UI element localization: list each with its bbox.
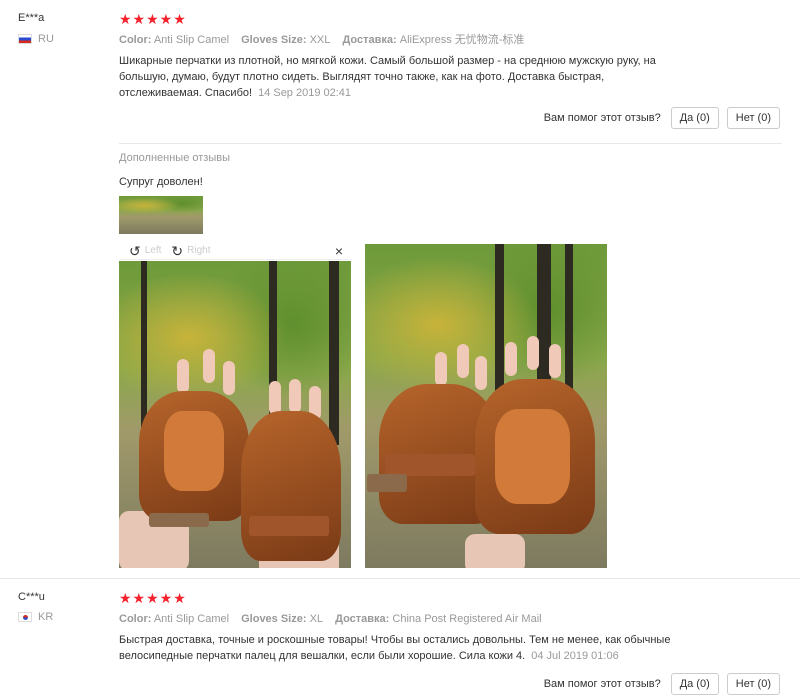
vote-no-button[interactable]: Нет (0) [726,673,780,695]
size-label: Gloves Size: [241,34,307,46]
review-author: E***a [18,12,45,24]
review-body: ★★★★★ Color: Anti Slip Camel Gloves Size… [119,590,784,664]
rotate-left-button[interactable]: ↺ Left [129,244,161,258]
color-value: Anti Slip Camel [153,613,230,625]
vote-yes-button[interactable]: Да (0) [670,673,719,695]
additional-review-text: Супруг доволен! [119,176,203,188]
review-country: KR [18,611,53,623]
divider [0,578,800,579]
thumbnail-image [119,196,203,234]
delivery-label: Доставка: [342,34,397,46]
divider [119,143,782,144]
color-label: Color: [119,613,152,625]
rotate-right-icon: ↻ [171,242,184,259]
photo-thumbnails [119,196,203,234]
delivery-value: China Post Registered Air Mail [392,613,542,625]
review-date: 04 Jul 2019 01:06 [531,650,619,662]
photo-thumbnail[interactable] [119,196,203,234]
flag-ru-icon [18,34,32,44]
helpful-question: Вам помог этот отзыв? [543,678,661,690]
rotate-left-label: Left [144,245,162,256]
photo-viewer-toolbar: ↺ Left ↻ Right × [119,242,351,260]
review-author: C***u [18,591,45,603]
review-attributes: Color: Anti Slip Camel Gloves Size: XL Д… [119,612,784,626]
review-photo-enlarged [119,261,351,568]
helpful-question: Вам помог этот отзыв? [543,112,661,124]
review-text-content: Шикарные перчатки из плотной, но мягкой … [119,55,656,99]
flag-kr-icon [18,612,32,622]
review-text: Быстрая доставка, точные и роскошные тов… [119,632,679,664]
country-code: RU [38,33,54,45]
additional-review-title: Дополненные отзывы [119,152,230,164]
vote-yes-button[interactable]: Да (0) [670,107,719,129]
rotate-right-button[interactable]: ↻ Right [171,244,210,258]
helpful-votes: Вам помог этот отзыв? Да (0) Нет (0) [544,673,780,695]
rotate-left-icon: ↺ [129,242,141,259]
helpful-votes: Вам помог этот отзыв? Да (0) Нет (0) [544,107,780,129]
review-body: ★★★★★ Color: Anti Slip Camel Gloves Size… [119,11,784,101]
star-rating: ★★★★★ [119,590,187,606]
rotate-right-label: Right [187,245,211,256]
close-icon[interactable]: × [335,243,343,259]
delivery-value: AliExpress 无忧物流-标准 [399,34,525,46]
size-label: Gloves Size: [241,613,307,625]
vote-no-button[interactable]: Нет (0) [726,107,780,129]
color-value: Anti Slip Camel [153,34,230,46]
color-label: Color: [119,34,152,46]
review-date: 14 Sep 2019 02:41 [258,87,352,99]
delivery-label: Доставка: [335,613,390,625]
star-rating: ★★★★★ [119,11,187,27]
review-photo[interactable] [365,244,607,568]
review-text: Шикарные перчатки из плотной, но мягкой … [119,53,679,101]
size-value: XXL [309,34,331,46]
additional-review: Дополненные отзывы Супруг доволен! [119,152,230,188]
review-country: RU [18,33,54,45]
size-value: XL [309,613,324,625]
review-attributes: Color: Anti Slip Camel Gloves Size: XXL … [119,33,784,47]
country-code: KR [38,611,54,623]
